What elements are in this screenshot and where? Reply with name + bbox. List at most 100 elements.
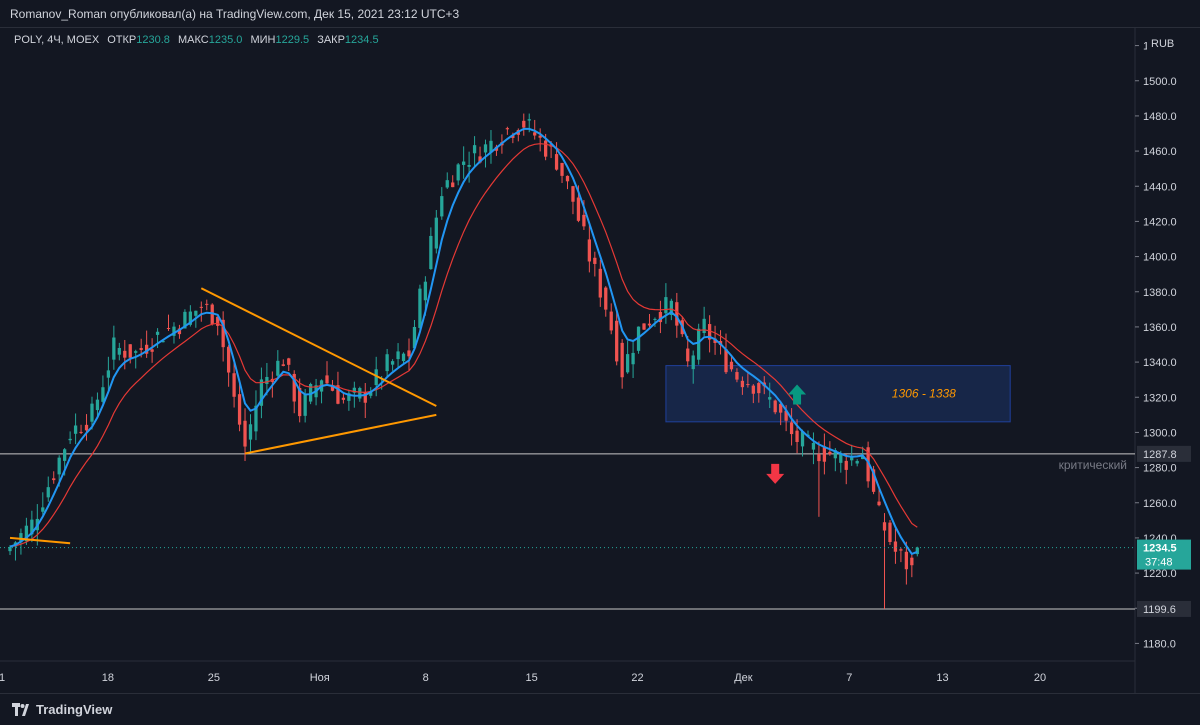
candle-down[interactable]: [817, 454, 821, 462]
candle-down[interactable]: [52, 478, 56, 481]
candle-down[interactable]: [893, 541, 898, 552]
candle-down[interactable]: [237, 394, 242, 425]
candle-up[interactable]: [811, 442, 816, 450]
candle-up[interactable]: [527, 119, 531, 121]
candle-up[interactable]: [423, 281, 428, 301]
candle-up[interactable]: [41, 507, 45, 512]
candle-down[interactable]: [232, 373, 236, 397]
candle-down[interactable]: [451, 182, 455, 188]
chart-area[interactable]: 1180.01200.01220.01240.01260.01280.01300…: [0, 28, 1200, 693]
candle-up[interactable]: [248, 424, 253, 440]
candle-up[interactable]: [768, 397, 772, 400]
candle-down[interactable]: [795, 430, 799, 442]
candle-down[interactable]: [615, 320, 619, 362]
candle-down[interactable]: [281, 364, 285, 366]
candle-down[interactable]: [757, 383, 761, 394]
candle-up[interactable]: [73, 425, 78, 434]
candle-down[interactable]: [123, 350, 127, 358]
candle-up[interactable]: [855, 460, 859, 464]
candle-up[interactable]: [390, 361, 395, 365]
candle-up[interactable]: [664, 297, 668, 314]
candle-up[interactable]: [631, 352, 635, 365]
candle-up[interactable]: [839, 454, 843, 463]
candle-up[interactable]: [625, 354, 630, 373]
candle-down[interactable]: [598, 268, 602, 298]
candle-down[interactable]: [789, 422, 794, 435]
candle-up[interactable]: [358, 388, 362, 399]
ema-fast-line[interactable]: [9, 127, 918, 556]
candle-up[interactable]: [112, 337, 116, 360]
candle-down[interactable]: [877, 501, 881, 506]
candle-down[interactable]: [166, 327, 171, 329]
candle-up[interactable]: [57, 457, 61, 475]
candle-down[interactable]: [554, 154, 559, 170]
candle-down[interactable]: [325, 375, 329, 384]
candle-down[interactable]: [609, 311, 613, 331]
candle-up[interactable]: [63, 449, 67, 461]
candle-down[interactable]: [904, 551, 909, 570]
candle-down[interactable]: [84, 424, 89, 431]
candle-up[interactable]: [68, 438, 72, 441]
candle-down[interactable]: [576, 197, 581, 221]
candle-down[interactable]: [571, 186, 575, 202]
triangle-trendline[interactable]: [244, 413, 437, 455]
candle-up[interactable]: [134, 351, 138, 353]
candle-up[interactable]: [697, 328, 701, 360]
candle-down[interactable]: [79, 431, 83, 433]
candle-up[interactable]: [385, 354, 389, 372]
candle-down[interactable]: [675, 302, 679, 326]
arrow-down-icon[interactable]: [766, 463, 785, 484]
price-zone[interactable]: [665, 365, 1011, 423]
candle-down[interactable]: [642, 323, 646, 330]
candle-up[interactable]: [194, 310, 198, 316]
candle-up[interactable]: [276, 360, 280, 376]
candle-down[interactable]: [647, 323, 652, 326]
candle-down[interactable]: [882, 522, 887, 531]
candle-down[interactable]: [724, 349, 728, 373]
candle-up[interactable]: [691, 355, 695, 370]
candle-down[interactable]: [505, 128, 510, 130]
candle-up[interactable]: [46, 487, 50, 498]
candle-up[interactable]: [445, 180, 449, 188]
candle-down[interactable]: [822, 446, 827, 462]
candle-down[interactable]: [199, 306, 203, 308]
candle-up[interactable]: [401, 353, 406, 362]
candle-down[interactable]: [139, 348, 143, 350]
tradingview-logo[interactable]: TradingView: [12, 702, 112, 717]
candle-up[interactable]: [396, 351, 400, 360]
candle-down[interactable]: [522, 120, 526, 128]
candle-up[interactable]: [483, 144, 488, 153]
candle-down[interactable]: [686, 348, 690, 362]
candle-down[interactable]: [587, 239, 592, 262]
candle-down[interactable]: [828, 451, 832, 455]
price-chart[interactable]: 1180.01200.01220.01240.01260.01280.01300…: [0, 28, 1200, 693]
candle-up[interactable]: [440, 196, 444, 217]
candle-up[interactable]: [467, 164, 471, 167]
candle-down[interactable]: [899, 549, 903, 551]
candle-up[interactable]: [155, 331, 160, 335]
candle-up[interactable]: [456, 164, 460, 181]
candle-down[interactable]: [533, 132, 537, 136]
candle-up[interactable]: [90, 403, 94, 422]
candle-down[interactable]: [604, 287, 608, 310]
candle-up[interactable]: [653, 318, 657, 320]
candle-down[interactable]: [735, 372, 739, 380]
candle-down[interactable]: [565, 175, 570, 182]
candle-down[interactable]: [205, 303, 209, 305]
candle-down[interactable]: [751, 385, 755, 394]
candle-down[interactable]: [128, 344, 132, 358]
candle-down[interactable]: [910, 557, 914, 566]
candle-up[interactable]: [418, 288, 422, 328]
candle-down[interactable]: [243, 420, 247, 447]
candle-down[interactable]: [746, 384, 750, 386]
candle-up[interactable]: [462, 161, 466, 165]
candle-down[interactable]: [543, 140, 548, 157]
candle-up[interactable]: [303, 394, 307, 416]
candle-down[interactable]: [740, 380, 745, 388]
candle-down[interactable]: [729, 361, 734, 370]
candle-up[interactable]: [117, 347, 121, 355]
candle-down[interactable]: [226, 346, 231, 373]
candle-up[interactable]: [702, 318, 706, 333]
candle-down[interactable]: [773, 400, 777, 413]
candle-up[interactable]: [265, 376, 269, 384]
